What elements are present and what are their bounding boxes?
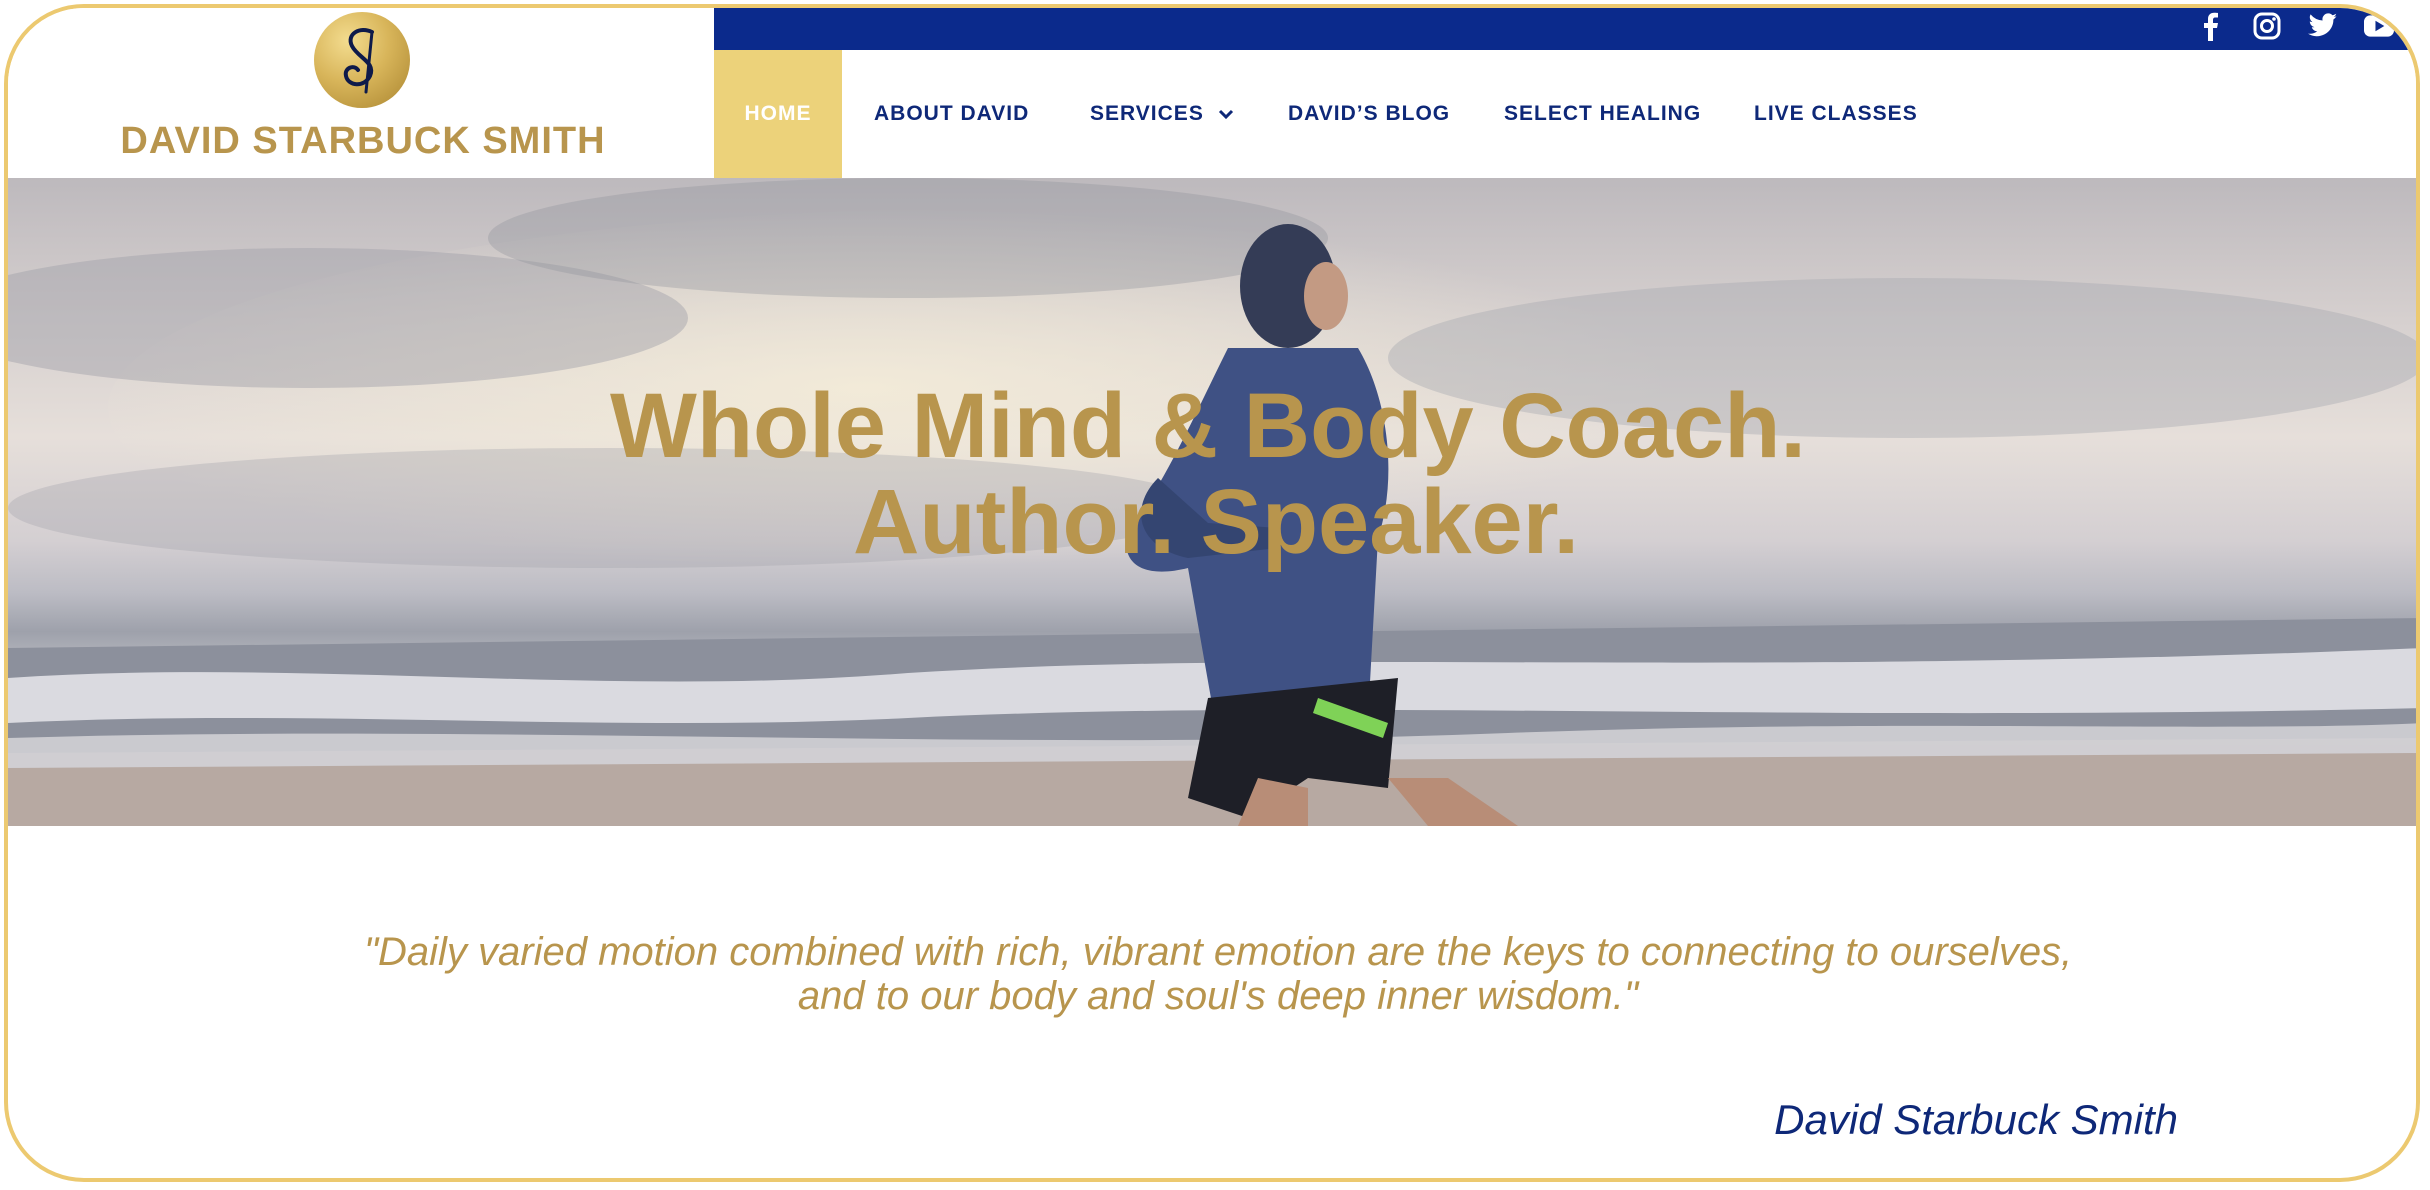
instagram-icon[interactable] bbox=[2252, 11, 2282, 41]
site-title: DAVID STARBUCK SMITH bbox=[120, 120, 606, 162]
quote-block: "Daily varied motion combined with rich,… bbox=[188, 930, 2248, 1018]
logo[interactable]: DAVID STARBUCK SMITH bbox=[8, 8, 714, 178]
quote-line-1: "Daily varied motion combined with rich,… bbox=[363, 930, 2073, 974]
nav-blog[interactable]: DAVID’S BLOG bbox=[1288, 50, 1450, 178]
facebook-icon[interactable] bbox=[2196, 11, 2226, 41]
hero-line-2: Author. Speaker. bbox=[852, 471, 1580, 573]
nav-services-label: SERVICES bbox=[1090, 102, 1204, 125]
nav-select-healing[interactable]: SELECT HEALING bbox=[1504, 50, 1701, 178]
hero-line-1: Whole Mind & Body Coach. bbox=[610, 375, 1806, 477]
top-bar bbox=[714, 8, 2416, 50]
nav-about[interactable]: ABOUT DAVID bbox=[874, 50, 1029, 178]
nav-live-classes[interactable]: LIVE CLASSES bbox=[1754, 50, 1918, 178]
hero-headline: Whole Mind & Body Coach. Author. Speaker… bbox=[8, 375, 2416, 573]
social-links bbox=[2196, 8, 2394, 44]
twitter-icon[interactable] bbox=[2308, 11, 2338, 41]
hero-banner: Whole Mind & Body Coach. Author. Speaker… bbox=[8, 178, 2416, 826]
nav-services[interactable]: SERVICES bbox=[1090, 50, 1234, 178]
logo-emblem bbox=[314, 12, 410, 108]
chevron-down-icon bbox=[1218, 109, 1233, 120]
browser-frame: DAVID STARBUCK SMITH HOME ABOUT DAVID SE… bbox=[4, 4, 2420, 1182]
logo-s-icon bbox=[343, 27, 374, 94]
youtube-icon[interactable] bbox=[2364, 11, 2394, 41]
quote-line-2: and to our body and soul's deep inner wi… bbox=[797, 974, 1639, 1018]
quote-author: David Starbuck Smith bbox=[1774, 1096, 2178, 1143]
nav-home[interactable]: HOME bbox=[714, 50, 842, 178]
main-nav: HOME ABOUT DAVID SERVICES DAVID’S BLOG S… bbox=[714, 50, 2416, 178]
